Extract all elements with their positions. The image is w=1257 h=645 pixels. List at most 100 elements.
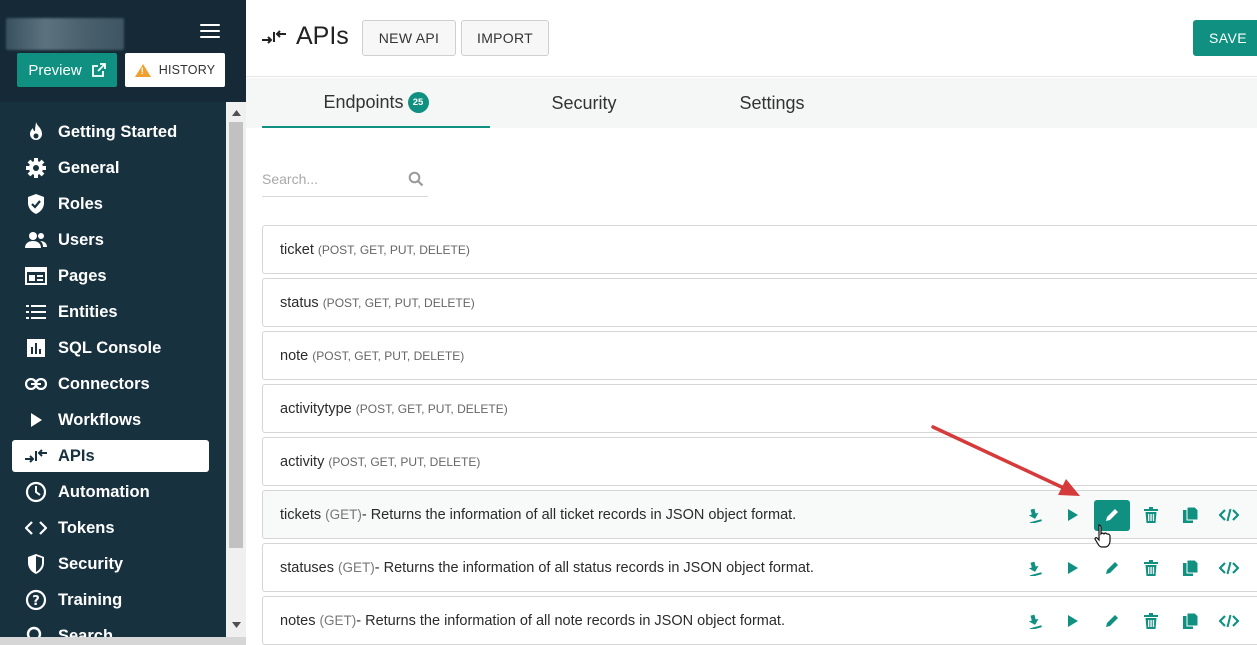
page-title: APIs	[262, 22, 349, 51]
import-button[interactable]: IMPORT	[461, 20, 549, 56]
sidebar-item-general[interactable]: General	[0, 150, 226, 186]
delete-icon[interactable]	[1133, 553, 1169, 584]
search-icon[interactable]	[408, 171, 424, 187]
endpoint-row-notes[interactable]: notes (GET) - Returns the information of…	[262, 596, 1257, 645]
search-box	[262, 164, 428, 197]
sidebar-item-label: Entities	[58, 302, 118, 321]
gear-icon	[24, 156, 48, 180]
code-icon[interactable]	[1211, 500, 1247, 531]
endpoint-methods: (POST, GET, PUT, DELETE)	[317, 242, 470, 257]
sidebar-item-connectors[interactable]: Connectors	[0, 366, 226, 402]
endpoint-methods: (POST, GET, PUT, DELETE)	[355, 401, 508, 416]
sidebar-item-users[interactable]: Users	[0, 222, 226, 258]
endpoint-name: tickets	[280, 506, 322, 523]
tab-security[interactable]: Security	[490, 78, 678, 128]
endpoint-name: statuses	[280, 559, 334, 576]
sidebar-item-workflows[interactable]: Workflows	[0, 402, 226, 438]
copy-icon[interactable]	[1172, 553, 1208, 584]
sidebar-item-apis[interactable]: APIs	[12, 440, 209, 472]
endpoint-name: notes	[280, 612, 316, 629]
code-icon[interactable]	[1211, 606, 1247, 637]
page-header: APIs NEW API IMPORT SAVE	[246, 0, 1257, 77]
sidebar-header: Preview HISTORY	[0, 0, 246, 102]
code-icon[interactable]	[1211, 553, 1247, 584]
sidebar-item-entities[interactable]: Entities	[0, 294, 226, 330]
row-actions	[1016, 605, 1250, 637]
run-icon[interactable]	[1055, 500, 1091, 531]
publish-icon[interactable]	[1016, 606, 1052, 637]
sidebar-item-label: Users	[58, 230, 104, 249]
sidebar-item-automation[interactable]: Automation	[0, 474, 226, 510]
scroll-down-arrow-icon[interactable]	[226, 616, 246, 633]
endpoint-name: note	[280, 347, 309, 364]
row-actions	[1016, 499, 1250, 531]
sidebar-item-roles[interactable]: Roles	[0, 186, 226, 222]
sidebar-item-label: Automation	[58, 482, 150, 501]
edit-icon[interactable]	[1094, 606, 1130, 637]
play-icon	[24, 408, 48, 432]
publish-icon[interactable]	[1016, 553, 1052, 584]
sidebar-item-pages[interactable]: Pages	[0, 258, 226, 294]
sidebar-item-label: Workflows	[58, 410, 142, 429]
endpoint-methods: (GET)	[338, 560, 375, 575]
endpoint-name: ticket	[280, 241, 314, 258]
endpoint-name: status	[280, 294, 319, 311]
endpoint-methods: (POST, GET, PUT, DELETE)	[328, 454, 481, 469]
endpoint-row-statuses[interactable]: statuses (GET) - Returns the information…	[262, 543, 1257, 592]
publish-icon[interactable]	[1016, 500, 1052, 531]
scrollbar-thumb[interactable]	[229, 122, 243, 548]
sidebar-item-label: Roles	[58, 194, 103, 213]
endpoint-description: - Returns the information of all note re…	[356, 612, 785, 629]
endpoint-row-activitytype[interactable]: activitytype (POST, GET, PUT, DELETE)	[262, 384, 1257, 433]
hamburger-menu-icon[interactable]	[200, 24, 220, 38]
sidebar-nav: Getting Started General Roles Users Page…	[0, 114, 226, 645]
endpoint-methods: (POST, GET, PUT, DELETE)	[312, 348, 465, 363]
row-actions	[1016, 552, 1250, 584]
endpoint-methods: (POST, GET, PUT, DELETE)	[322, 295, 475, 310]
endpoint-description: - Returns the information of all ticket …	[361, 506, 797, 523]
sidebar-item-label: Getting Started	[58, 122, 178, 141]
sidebar-item-sql-console[interactable]: SQL Console	[0, 330, 226, 366]
scroll-up-arrow-icon[interactable]	[226, 104, 246, 121]
list-icon	[24, 300, 48, 324]
sidebar-item-label: SQL Console	[58, 338, 162, 357]
endpoint-row-activity[interactable]: activity (POST, GET, PUT, DELETE)	[262, 437, 1257, 486]
shield-check-icon	[24, 192, 48, 216]
sidebar-item-getting-started[interactable]: Getting Started	[0, 114, 226, 150]
sidebar-item-label: General	[58, 158, 120, 177]
sidebar-item-label: Tokens	[58, 518, 115, 537]
search-input[interactable]	[262, 164, 402, 194]
endpoint-name: activitytype	[280, 400, 352, 417]
preview-button[interactable]: Preview	[17, 53, 117, 87]
delete-icon[interactable]	[1133, 500, 1169, 531]
save-button[interactable]: SAVE	[1193, 20, 1257, 56]
copy-icon[interactable]	[1172, 606, 1208, 637]
sidebar-item-label: Training	[58, 590, 123, 609]
run-icon[interactable]	[1055, 553, 1091, 584]
tab-settings[interactable]: Settings	[678, 78, 866, 128]
edit-icon[interactable]	[1094, 553, 1130, 584]
new-api-button[interactable]: NEW API	[362, 20, 456, 56]
link-icon	[24, 372, 48, 396]
endpoint-row-ticket[interactable]: ticket (POST, GET, PUT, DELETE)	[262, 225, 1257, 274]
delete-icon[interactable]	[1133, 606, 1169, 637]
tab-endpoints[interactable]: Endpoints 25	[262, 78, 490, 128]
copy-icon[interactable]	[1172, 500, 1208, 531]
hand-cursor-icon	[1094, 524, 1111, 548]
users-icon	[24, 228, 48, 252]
sidebar-scrollbar[interactable]	[226, 102, 246, 645]
sidebar-item-label: Pages	[58, 266, 107, 285]
sidebar: Preview HISTORY Getting Started General …	[0, 0, 246, 645]
endpoint-name: activity	[280, 453, 325, 470]
run-icon[interactable]	[1055, 606, 1091, 637]
endpoint-methods: (GET)	[325, 507, 362, 522]
sidebar-item-tokens[interactable]: Tokens	[0, 510, 226, 546]
endpoint-row-note[interactable]: note (POST, GET, PUT, DELETE)	[262, 331, 1257, 380]
endpoint-row-status[interactable]: status (POST, GET, PUT, DELETE)	[262, 278, 1257, 327]
sidebar-item-training[interactable]: ? Training	[0, 582, 226, 618]
history-button[interactable]: HISTORY	[125, 53, 225, 87]
question-icon: ?	[24, 588, 48, 612]
clock-icon	[24, 480, 48, 504]
sidebar-item-security[interactable]: Security	[0, 546, 226, 582]
endpoint-description: - Returns the information of all status …	[374, 559, 814, 576]
